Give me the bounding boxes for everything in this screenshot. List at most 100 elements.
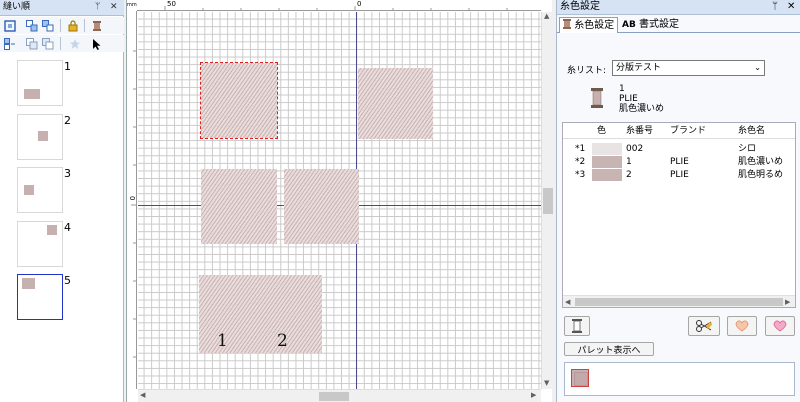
item-number: 4 xyxy=(64,221,71,234)
group-icon xyxy=(25,19,37,31)
chevron-down-icon: ⌄ xyxy=(754,63,761,72)
current-thread-number: 1 xyxy=(619,84,625,94)
list-item[interactable] xyxy=(17,221,63,267)
toolbar-separator xyxy=(60,19,61,32)
thread-brand: PLIE xyxy=(670,170,689,180)
pin-icon[interactable]: ᛘ xyxy=(772,0,778,14)
ruler-label: 0 xyxy=(128,196,136,201)
group-button[interactable] xyxy=(24,18,39,33)
scroll-left-icon[interactable]: ◀ xyxy=(140,391,145,399)
color-swatch xyxy=(592,169,622,181)
paste-order-icon xyxy=(41,37,53,49)
lock-button[interactable] xyxy=(65,18,80,33)
thread-list-label: 糸リスト: xyxy=(567,66,607,76)
close-icon[interactable]: ✕ xyxy=(787,0,795,14)
sort-button[interactable] xyxy=(2,36,17,51)
thumbnail-patch xyxy=(24,89,40,99)
thumbnail-patch xyxy=(47,225,57,235)
thread-spool-icon xyxy=(591,88,603,108)
close-icon[interactable]: ✕ xyxy=(110,0,118,15)
embroidery-patch[interactable] xyxy=(284,169,359,244)
toolbar-row-2 xyxy=(0,35,124,52)
thread-name: 肌色濃いめ xyxy=(738,157,784,167)
sewing-order-list: 1 2 3 4 5 xyxy=(2,54,120,400)
ruler-unit: mm xyxy=(127,0,137,11)
panel-title: 縫い順 xyxy=(3,2,31,12)
embroidery-patch[interactable] xyxy=(201,169,277,244)
paste-order-button[interactable] xyxy=(40,36,55,51)
ruler-label: 50 xyxy=(167,0,176,8)
light-heart-button[interactable] xyxy=(727,316,757,336)
star-button[interactable] xyxy=(67,36,82,51)
select-pointer-button[interactable] xyxy=(89,36,104,51)
scroll-up-icon[interactable]: ▲ xyxy=(544,12,549,20)
canvas-horizontal-scrollbar[interactable]: ◀ ▶ xyxy=(138,389,541,402)
list-item[interactable] xyxy=(17,60,63,106)
cursor-arrow-icon xyxy=(92,38,100,50)
embroidery-patch[interactable] xyxy=(358,68,433,139)
tab-label: 書式設定 xyxy=(639,19,680,30)
table-header: 色 糸番号 ブランド 糸色名 xyxy=(563,123,795,139)
column-header: ブランド xyxy=(670,126,707,136)
item-number: 5 xyxy=(64,274,71,287)
thread-spool-button[interactable] xyxy=(89,18,104,33)
thumbnail-patch xyxy=(22,278,35,289)
tab-bar: 糸色設定 AB 書式設定 xyxy=(557,16,800,33)
color-swatch xyxy=(592,143,622,155)
palette-swatch[interactable] xyxy=(571,369,589,387)
item-number: 2 xyxy=(64,114,71,127)
scroll-thumb[interactable] xyxy=(319,392,349,401)
stitch-grid[interactable]: 1 2 xyxy=(138,12,541,389)
thread-number: 002 xyxy=(626,144,644,154)
thread-spool-icon xyxy=(572,319,582,333)
thread-name: シロ xyxy=(738,144,757,154)
design-canvas-area: mm 50 0 0 1 2 ▲ ▼ ◀ ▶ xyxy=(126,0,553,402)
row-id: *2 xyxy=(575,157,586,167)
embroidery-patch-selected[interactable] xyxy=(200,62,278,139)
ruler-ticks xyxy=(164,6,508,10)
copy-order-button[interactable] xyxy=(24,36,39,51)
scroll-left-icon[interactable]: ◀ xyxy=(565,298,570,306)
sewing-order-panel: 縫い順 ᛘ ✕ 1 2 3 4 5 xyxy=(0,0,124,402)
button-label: パレット表示へ xyxy=(577,345,641,356)
pink-heart-button[interactable] xyxy=(765,316,795,336)
list-item[interactable] xyxy=(17,114,63,160)
thread-number: 2 xyxy=(626,170,632,180)
current-thread-brand: PLIE xyxy=(619,94,638,104)
list-item[interactable] xyxy=(17,167,63,213)
tab-label: 糸色設定 xyxy=(574,20,615,31)
thread-select-button[interactable] xyxy=(564,316,590,336)
tab-format[interactable]: AB 書式設定 xyxy=(619,17,682,33)
thread-table: 色 糸番号 ブランド 糸色名 *1 002 シロ *2 1 PLIE 肌色濃いめ… xyxy=(562,122,796,308)
sort-icon xyxy=(3,37,15,50)
fit-view-button[interactable] xyxy=(2,18,17,33)
ungroup-icon xyxy=(41,19,53,31)
row-id: *1 xyxy=(575,144,586,154)
table-row[interactable]: *1 002 シロ xyxy=(563,143,795,155)
color-palette-box xyxy=(564,362,795,396)
thread-cut-button[interactable] xyxy=(688,316,720,336)
patch-label: 2 xyxy=(277,331,288,351)
column-header: 糸色名 xyxy=(738,126,766,136)
thread-name: 肌色明るめ xyxy=(738,170,784,180)
thread-brand: PLIE xyxy=(670,157,689,167)
format-icon: AB xyxy=(622,20,636,30)
scroll-right-icon[interactable]: ▶ xyxy=(531,391,536,399)
pin-icon[interactable]: ᛘ xyxy=(95,0,100,15)
palette-display-button[interactable]: パレット表示へ xyxy=(564,342,654,356)
table-row[interactable]: *2 1 PLIE 肌色濃いめ xyxy=(563,156,795,168)
table-row[interactable]: *3 2 PLIE 肌色明るめ xyxy=(563,169,795,181)
scissors-heart-icon xyxy=(696,320,712,332)
thread-spool-icon xyxy=(92,20,101,31)
canvas-vertical-scrollbar[interactable]: ▲ ▼ xyxy=(541,12,553,389)
scroll-down-icon[interactable]: ▼ xyxy=(544,379,549,387)
scroll-thumb[interactable] xyxy=(543,188,553,214)
list-item[interactable] xyxy=(17,274,63,320)
ungroup-button[interactable] xyxy=(40,18,55,33)
lock-icon xyxy=(68,19,77,31)
thread-list-select[interactable]: 分版テスト ⌄ xyxy=(612,60,765,76)
scroll-thumb[interactable] xyxy=(575,298,783,306)
scroll-right-icon[interactable]: ▶ xyxy=(785,298,790,306)
tab-thread-color[interactable]: 糸色設定 xyxy=(559,17,619,33)
table-horizontal-scrollbar[interactable]: ◀ ▶ xyxy=(563,295,795,307)
